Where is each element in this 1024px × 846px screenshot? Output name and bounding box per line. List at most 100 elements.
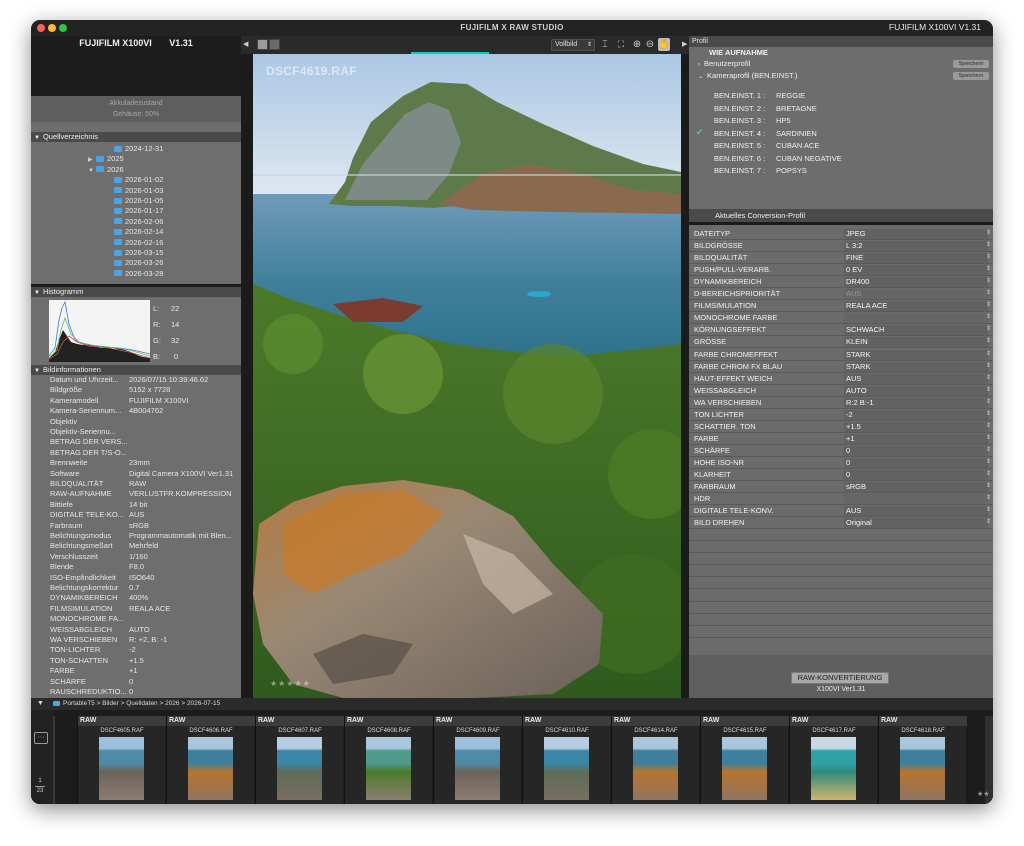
param-value-select[interactable]: sRGB <box>844 482 988 493</box>
param-value-select[interactable]: DR400 <box>844 277 988 288</box>
raw-convert-button[interactable]: RAW-KONVERTIERUNG <box>791 672 889 684</box>
param-row[interactable]: HOHE ISO-NR 0 ⇕ <box>689 457 993 469</box>
param-value-select[interactable]: Original <box>844 518 988 529</box>
crop-tool-icon[interactable]: ⌶ <box>599 38 611 51</box>
thumbnail-item[interactable]: RAW DSCF4610.RAF <box>522 716 611 804</box>
thumbnail-image[interactable] <box>900 737 945 800</box>
param-value-select[interactable]: R:2 B:-1 <box>844 397 988 408</box>
param-value-select[interactable]: KLEIN <box>844 337 988 348</box>
thumbnail-item[interactable]: RAW DSCF4618.RAF <box>878 716 967 804</box>
param-value-select[interactable]: AUS <box>844 373 988 384</box>
param-row[interactable]: SCHATTIER. TON +1.5 ⇕ <box>689 421 993 433</box>
param-row[interactable]: WEISSABGLEICH AUTO ⇕ <box>689 385 993 397</box>
param-row[interactable]: BILDQUALITÄT FINE ⇕ <box>689 252 993 265</box>
preset-key[interactable]: BEN.EINST. 1 : <box>714 90 765 102</box>
preset-name[interactable]: POPSYS <box>776 165 807 177</box>
thumbnail-image[interactable] <box>277 737 322 800</box>
param-value-select[interactable]: 0 EV <box>844 265 988 276</box>
thumbnail-item[interactable]: RAW DSCF4615.RAF <box>700 716 789 804</box>
preset-name[interactable]: REGGIE <box>776 90 805 102</box>
preset-name[interactable]: CUBAN ACE <box>776 140 819 152</box>
preset-name[interactable]: HP5 <box>776 115 791 127</box>
folder-tree-item[interactable]: 2026-03-28 <box>106 269 163 279</box>
thumbnail-image[interactable] <box>633 737 678 800</box>
hand-tool-icon[interactable]: ✋ <box>658 38 670 51</box>
param-row[interactable]: WA VERSCHIEBEN R:2 B:-1 ⇕ <box>689 397 993 409</box>
param-value-select[interactable]: 0 <box>844 445 988 456</box>
param-value-select[interactable] <box>844 313 988 324</box>
user-profile-row[interactable]: › Benutzerprofil <box>698 58 750 70</box>
preset-name[interactable]: SARDINIEN <box>776 128 817 140</box>
thumbnail-image[interactable] <box>188 737 233 800</box>
save-user-profile-button[interactable]: Speichern <box>953 60 989 68</box>
histogram-header[interactable]: ▼ Histogramm <box>31 287 241 297</box>
fit-frame-icon[interactable]: ⛶ <box>615 38 627 51</box>
param-value-select[interactable]: SCHWACH <box>844 325 988 336</box>
param-row[interactable]: DATEITYP JPEG ⇕ <box>689 228 993 241</box>
compare-view-button[interactable] <box>269 39 280 50</box>
preset-key[interactable]: BEN.EINST. 4 : <box>714 128 765 140</box>
param-value-select[interactable]: 0 <box>844 470 988 480</box>
thumbnail-image[interactable] <box>366 737 411 800</box>
thumbnail-item[interactable]: RAW DSCF4609.RAF <box>433 716 522 804</box>
thumbnail-image[interactable] <box>811 737 856 800</box>
thumbnail-item[interactable]: RAW DSCF4608.RAF <box>344 716 433 804</box>
chevron-down-icon[interactable]: ▼ <box>37 698 44 710</box>
thumbnail-item[interactable]: RAW DSCF4614.RAF <box>611 716 700 804</box>
param-row[interactable]: FILMSIMULATION REALA ACE ⇕ <box>689 300 993 313</box>
thumbnail-item[interactable]: RAW DSCF4606.RAF <box>166 716 255 804</box>
thumbnail-item[interactable]: RAW DSCF4607.RAF <box>255 716 344 804</box>
collapse-right-icon[interactable]: ▶ <box>682 40 687 48</box>
thumbnail-item[interactable]: RAW DSCF4617.RAF <box>789 716 878 804</box>
param-row[interactable]: FARBE CHROMEFFEKT STARK ⇕ <box>689 349 993 361</box>
param-row[interactable]: HAUT-EFFEKT WEICH AUS ⇕ <box>689 373 993 385</box>
more-options-icon[interactable]: ··· <box>34 732 48 744</box>
param-value-select[interactable]: FINE <box>844 253 988 264</box>
param-row[interactable]: KLARHEIT 0 ⇕ <box>689 469 993 482</box>
param-value-select[interactable]: AUTO <box>844 385 988 396</box>
thumbnail-image[interactable] <box>455 737 500 800</box>
param-row[interactable]: FARBE +1 ⇕ <box>689 433 993 445</box>
folder-tree-item[interactable]: 2026-01-05 <box>106 196 163 206</box>
param-value-select[interactable]: +1 <box>844 433 988 444</box>
image-info-header[interactable]: ▼ Bildinformationen <box>31 365 241 375</box>
folder-tree-item[interactable]: 2026-03-26 <box>106 258 163 268</box>
param-row[interactable]: HDR ⇕ <box>689 493 993 506</box>
param-row[interactable]: KÖRNUNGSEFFEKT SCHWACH ⇕ <box>689 324 993 337</box>
param-value-select[interactable]: AUS <box>844 506 988 517</box>
param-value-select[interactable]: AUS <box>844 289 988 300</box>
param-value-select[interactable]: -2 <box>844 409 988 420</box>
source-folder-header[interactable]: ▼ Quellverzeichnis <box>31 132 241 142</box>
collapse-left-icon[interactable]: ◀ <box>243 40 248 48</box>
param-row[interactable]: PUSH/PULL-VERARB. 0 EV ⇕ <box>689 264 993 277</box>
preset-key[interactable]: BEN.EINST. 5 : <box>714 140 765 152</box>
view-mode-select[interactable]: Vollbild ⇕ <box>551 39 595 51</box>
save-camera-profile-button[interactable]: Speichern <box>953 72 989 80</box>
folder-tree-item[interactable]: 2026-02-16 <box>106 238 163 248</box>
preset-name[interactable]: CUBAN NEGATIVE <box>776 153 842 165</box>
preset-key[interactable]: BEN.EINST. 3 : <box>714 115 765 127</box>
param-row[interactable]: DIGITALE TELE-KONV. AUS ⇕ <box>689 505 993 518</box>
folder-tree-item[interactable]: 2026-02-06 <box>106 217 163 227</box>
thumbnail-image[interactable] <box>544 737 589 800</box>
param-value-select[interactable]: STARK <box>844 361 988 372</box>
preview-image[interactable]: DSCF4619.RAF ★★★★★ <box>253 54 681 698</box>
preset-key[interactable]: BEN.EINST. 7 : <box>714 165 765 177</box>
folder-tree-item[interactable]: 2026-01-02 <box>106 175 163 185</box>
param-value-select[interactable] <box>844 494 988 505</box>
param-row[interactable]: FARBRAUM sRGB ⇕ <box>689 481 993 494</box>
thumbnail-item[interactable]: RAW DSCF4605.RAF <box>77 716 166 804</box>
folder-tree-item[interactable]: ▶ 2025 <box>88 154 124 164</box>
preset-key[interactable]: BEN.EINST. 2 : <box>714 103 765 115</box>
folder-tree-item[interactable]: 2026-01-17 <box>106 206 163 216</box>
param-row[interactable]: MONOCHROME FARBE ⇕ <box>689 312 993 325</box>
param-row[interactable]: D-BEREICHSPRIORITÄT AUS ⇕ <box>689 288 993 301</box>
zoom-out-icon[interactable]: ⊖ <box>644 38 656 51</box>
param-row[interactable]: GRÖSSE KLEIN ⇕ <box>689 336 993 349</box>
param-row[interactable]: SCHÄRFE 0 ⇕ <box>689 445 993 457</box>
param-value-select[interactable]: JPEG <box>844 229 988 239</box>
param-value-select[interactable]: 0 <box>844 457 988 468</box>
param-row[interactable]: TON LICHTER -2 ⇕ <box>689 409 993 421</box>
param-row[interactable]: FARBE CHROM FX BLAU STARK ⇕ <box>689 361 993 373</box>
folder-tree-item[interactable]: 2026-03-15 <box>106 248 163 258</box>
